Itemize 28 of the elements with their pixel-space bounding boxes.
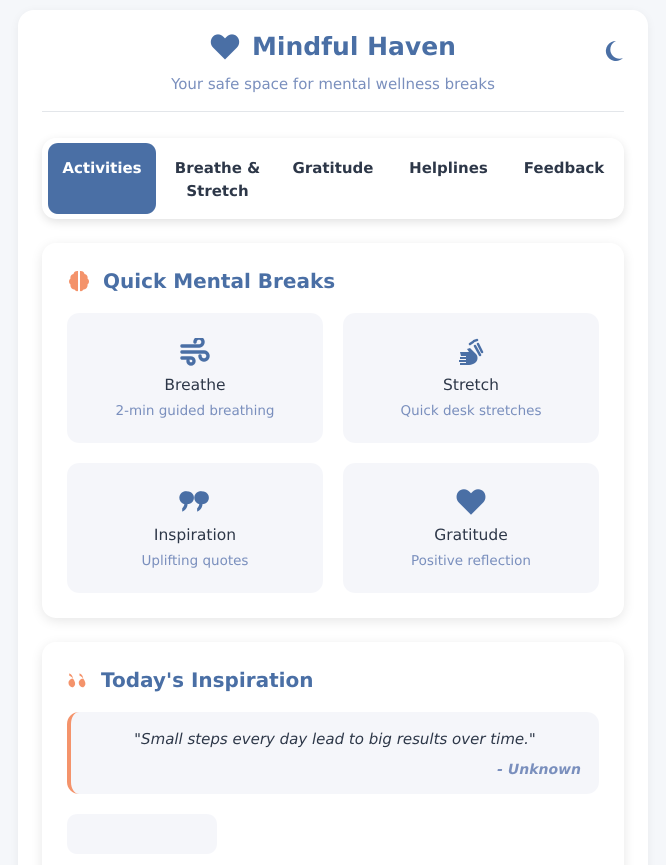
activity-card[interactable]: Gratitude Positive reflection <box>343 463 599 593</box>
wind-icon <box>179 338 211 366</box>
app-title: Mindful Haven <box>252 32 456 61</box>
heart-icon <box>210 32 240 60</box>
activity-title: Inspiration <box>154 526 236 544</box>
activity-title: Stretch <box>443 376 499 394</box>
brain-icon <box>67 269 91 293</box>
tab[interactable]: Gratitude <box>279 143 387 214</box>
activity-description: Positive reflection <box>411 552 531 568</box>
activity-description: 2-min guided breathing <box>116 402 274 418</box>
section-title: Quick Mental Breaks <box>103 269 336 293</box>
tab[interactable]: Activities <box>48 143 156 214</box>
tab[interactable]: Helplines <box>394 143 502 214</box>
quote-author: - Unknown <box>496 762 581 778</box>
activity-title: Breathe <box>164 376 226 394</box>
tab[interactable]: Breathe & Stretch <box>164 143 272 214</box>
activity-description: Uplifting quotes <box>142 552 248 568</box>
heart-icon <box>455 488 487 516</box>
section-title: Today's Inspiration <box>101 668 314 692</box>
activity-card[interactable]: Breathe 2-min guided breathing <box>67 313 323 443</box>
moon-icon[interactable] <box>604 40 624 62</box>
tab[interactable]: Feedback <box>510 143 618 214</box>
activity-card[interactable]: Stretch Quick desk stretches <box>343 313 599 443</box>
subtitle: Your safe space for mental wellness breaks <box>170 75 496 93</box>
activity-description: Quick desk stretches <box>400 402 542 418</box>
quote-text: "Small steps every day lead to big results over time." <box>133 730 537 748</box>
activity-card[interactable]: Inspiration Uplifting quotes <box>67 463 323 593</box>
activity-title: Gratitude <box>434 526 508 544</box>
